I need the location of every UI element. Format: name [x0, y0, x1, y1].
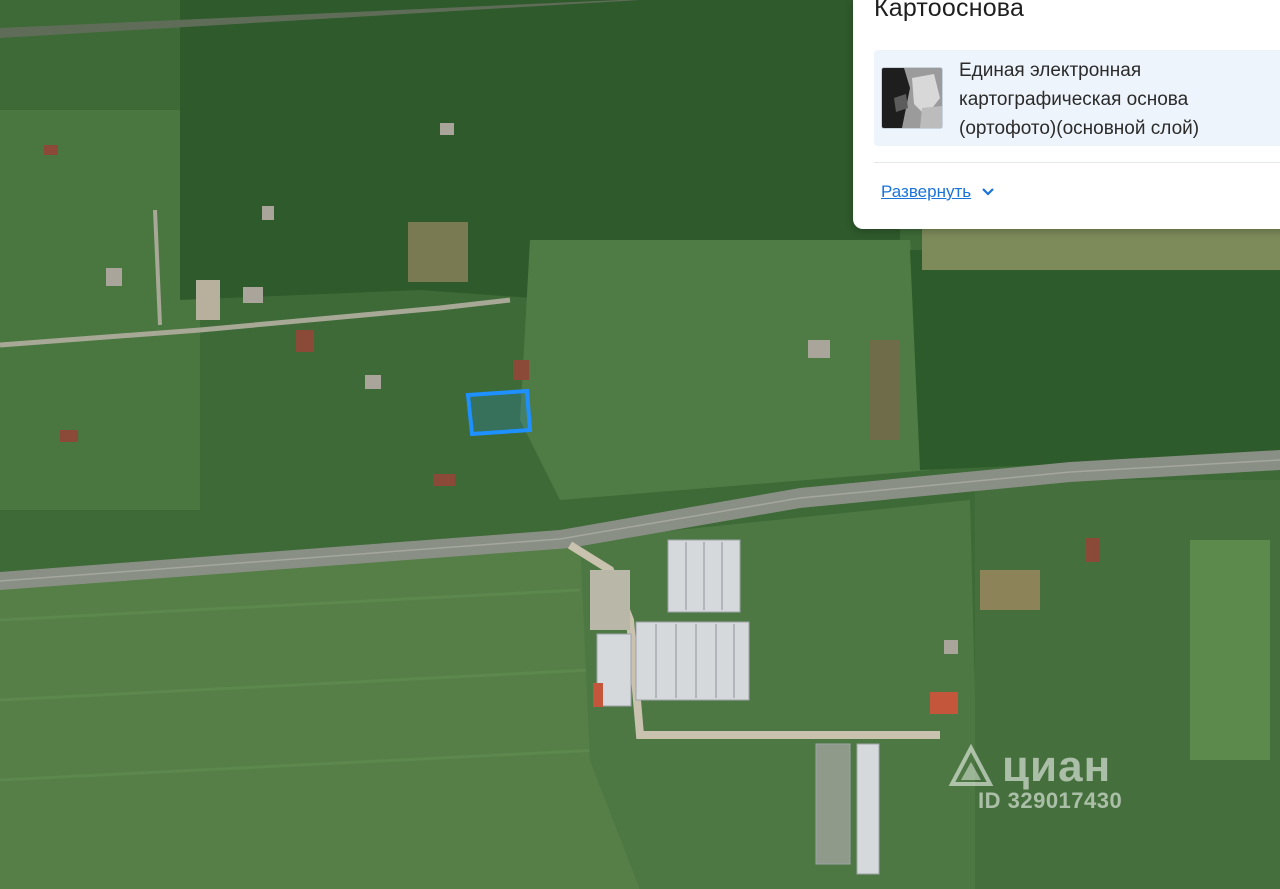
satellite-map[interactable]: циан ID 329017430 Картооснова Единая эле… [0, 0, 1280, 889]
panel-title: Картооснова [874, 0, 1025, 22]
orthophoto-thumbnail-icon [881, 67, 943, 129]
parcel-outline [465, 388, 533, 437]
expand-link[interactable]: Развернуть [881, 182, 995, 202]
chevron-down-icon [982, 188, 994, 196]
expand-label: Развернуть [881, 182, 972, 201]
basemap-layer-name: Единая электронная картографическая осно… [959, 60, 1200, 139]
basemap-layer-card[interactable]: Единая электронная картографическая осно… [874, 50, 1280, 146]
panel-divider [874, 162, 1280, 163]
basemap-panel: Картооснова Единая электронная картограф… [853, 0, 1280, 229]
